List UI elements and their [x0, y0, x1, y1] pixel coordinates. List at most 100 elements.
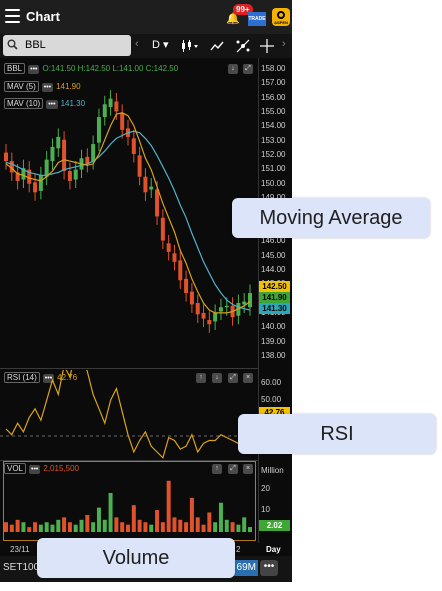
x-axis-unit: Day [266, 545, 281, 554]
candle-body [50, 146, 55, 162]
volume-bar [155, 510, 160, 532]
volume-bar [149, 524, 154, 532]
candle-body [131, 138, 136, 154]
volume-bar [67, 522, 72, 532]
candle-body [218, 307, 223, 312]
candle-body [184, 278, 189, 294]
candle-body [56, 136, 61, 149]
index-value: 69M [232, 560, 258, 576]
candle-body [91, 144, 96, 162]
x-axis-last-label: 2 [236, 545, 241, 554]
moving-average-callout: Moving Average [232, 198, 430, 238]
candle-body [149, 186, 154, 190]
volume-bar [236, 524, 241, 532]
candle-body [166, 243, 171, 252]
crosshair-icon[interactable] [259, 38, 275, 54]
candle-body [67, 171, 72, 181]
price-axis-label: 144.00 [261, 264, 286, 274]
price-axis-label: 139.00 [261, 336, 286, 346]
bell-icon[interactable]: 🔔 [226, 14, 240, 25]
volume-bar [195, 517, 200, 532]
volume-bar [207, 512, 212, 532]
volume-bar [137, 519, 142, 532]
price-chart[interactable] [0, 60, 258, 368]
candle-body [4, 152, 8, 162]
panel-divider [0, 368, 258, 369]
volume-bar [242, 517, 247, 532]
volume-bar [172, 517, 177, 532]
rsi-chart[interactable] [0, 370, 258, 460]
price-axis-label: 157.00 [261, 78, 286, 88]
volume-bar [178, 519, 183, 532]
candle-body [102, 104, 107, 118]
menu-icon[interactable] [5, 9, 20, 23]
vol-pill: 2.02 [259, 520, 290, 531]
volume-bar [21, 522, 26, 532]
candle-body [248, 293, 252, 308]
volume-bar [120, 522, 125, 532]
volume-callout: Volume [37, 538, 235, 578]
candle-body [201, 312, 206, 319]
volume-bar [9, 524, 14, 532]
more-options-button[interactable]: ••• [260, 560, 278, 576]
volume-bar [108, 492, 113, 532]
candle-body [33, 182, 38, 193]
volume-bar [126, 524, 130, 532]
volume-bar [189, 497, 194, 532]
volume-bar [85, 514, 90, 532]
candle-body [242, 301, 247, 305]
chevron-right-icon[interactable]: › [282, 38, 286, 50]
volume-bar [96, 507, 101, 532]
volume-bar [27, 527, 32, 532]
indicator-icon[interactable] [210, 40, 230, 52]
period-selector[interactable]: D ▾ [152, 38, 169, 51]
price-axis-label: 158.00 [261, 64, 286, 73]
vol-axis-label: 10 [261, 505, 270, 514]
page-title: Chart [26, 9, 60, 24]
mav10-pill: 141.30 [259, 303, 290, 314]
candlestick-type-icon[interactable] [180, 40, 200, 52]
volume-bar [91, 522, 96, 532]
volume-bar [184, 522, 189, 532]
candle-body [143, 176, 148, 193]
price-axis-label: 155.00 [261, 107, 286, 117]
candle-body [96, 117, 101, 143]
volume-bar [230, 522, 235, 532]
volume-bar [4, 522, 8, 532]
volume-bar [248, 527, 252, 532]
price-axis-label: 156.00 [261, 92, 286, 102]
aspen-logo-button[interactable]: ASPEN [272, 8, 290, 26]
drawing-tools-icon[interactable] [235, 38, 251, 54]
candle-body [224, 305, 229, 308]
volume-bar [38, 524, 43, 532]
volume-bar [166, 480, 171, 532]
volume-bar [114, 517, 119, 532]
candle-body [44, 159, 49, 177]
price-axis-label: 152.00 [261, 150, 286, 160]
volume-bar [213, 522, 218, 532]
vol-axis-title: Million [261, 466, 284, 475]
candle-body [155, 189, 160, 217]
mav10-line [5, 130, 251, 311]
price-axis-label: 138.00 [261, 351, 286, 360]
volume-chart[interactable] [0, 461, 258, 541]
volume-bar [62, 517, 67, 532]
volume-bar [50, 524, 55, 532]
chart-toolbar: BBL ‹ D ▾ › [0, 34, 292, 58]
candle-body [108, 98, 113, 108]
candle-body [207, 320, 212, 325]
price-axis-label: 150.00 [261, 178, 286, 188]
volume-bar [143, 522, 148, 532]
rsi-axis-label: 60.00 [261, 378, 282, 387]
rsi-axis-label: 50.00 [261, 395, 282, 404]
candle-body [172, 253, 177, 262]
trade-button[interactable]: TRADE [248, 12, 266, 26]
candle-body [114, 101, 119, 112]
volume-bar [102, 519, 107, 532]
x-axis-first-label: 23/11 [10, 545, 30, 554]
chevron-left-icon[interactable]: ‹ [135, 38, 139, 50]
close-price-pill: 142.50 [259, 281, 290, 292]
rsi-callout: RSI [238, 414, 436, 454]
symbol-search-input[interactable]: BBL [3, 35, 131, 56]
index-label[interactable]: SET100 [3, 562, 39, 573]
